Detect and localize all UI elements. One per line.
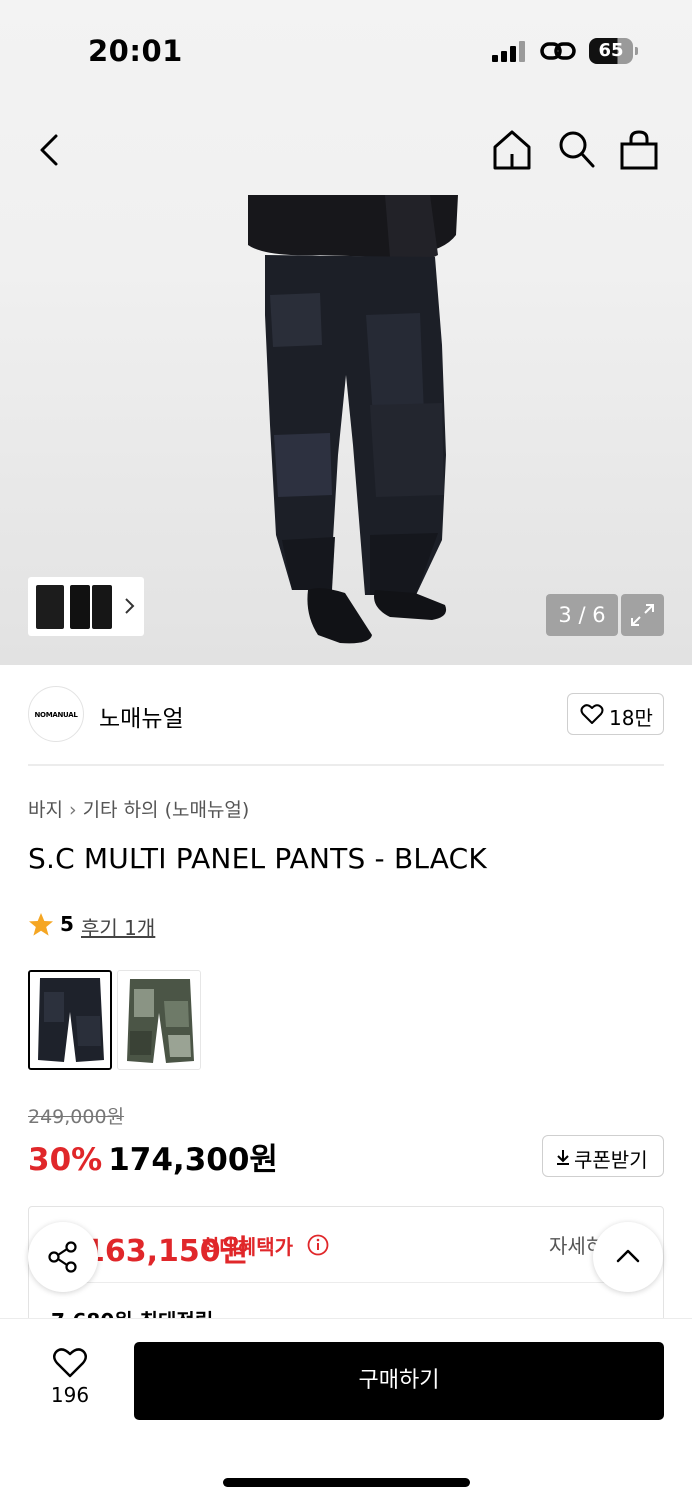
breadcrumb-item[interactable]: 기타 하의 (노매뉴얼) bbox=[83, 799, 250, 821]
search-icon[interactable] bbox=[554, 128, 598, 172]
bottom-action-bar: 196 구매하기 bbox=[0, 1318, 692, 1500]
expand-icon[interactable] bbox=[621, 594, 664, 636]
product-image-gallery[interactable]: 20:01 65 3 / 6 bbox=[0, 0, 692, 665]
discount-rate: 30% bbox=[28, 1142, 103, 1178]
brand-name[interactable]: 노매뉴얼 bbox=[99, 699, 184, 733]
chevron-right-icon[interactable] bbox=[122, 591, 138, 621]
wishlist-button[interactable]: 196 bbox=[40, 1347, 100, 1417]
price-row: 30% 174,300원 bbox=[28, 1134, 278, 1178]
star-icon bbox=[29, 913, 53, 936]
color-option-khaki[interactable] bbox=[117, 970, 201, 1070]
breadcrumb-item[interactable]: 바지 bbox=[28, 799, 63, 821]
coupon-button[interactable]: 쿠폰받기 bbox=[542, 1135, 664, 1177]
heart-icon bbox=[580, 704, 604, 724]
home-indicator bbox=[223, 1478, 470, 1487]
product-title: S.C MULTI PANEL PANTS - BLACK bbox=[28, 842, 487, 875]
review-link[interactable]: 후기 1개 bbox=[81, 912, 155, 941]
cellular-signal-icon bbox=[492, 40, 526, 62]
download-icon bbox=[557, 1150, 569, 1165]
rating-score: 5 bbox=[60, 912, 74, 936]
divider bbox=[51, 1282, 643, 1283]
shopping-bag-icon[interactable] bbox=[617, 128, 661, 172]
share-button[interactable] bbox=[28, 1222, 98, 1292]
divider bbox=[28, 764, 664, 766]
link-icon bbox=[540, 42, 576, 60]
top-navigation bbox=[0, 120, 692, 180]
chevron-up-icon bbox=[616, 1249, 640, 1263]
original-price: 249,000원 bbox=[28, 1106, 125, 1128]
brand-like-count: 18만 bbox=[609, 706, 653, 730]
product-photo bbox=[248, 195, 458, 644]
share-icon bbox=[48, 1241, 77, 1273]
max-benefit-label: 최대혜택가 bbox=[201, 1235, 293, 1259]
info-icon[interactable] bbox=[307, 1234, 329, 1256]
status-time: 20:01 bbox=[88, 34, 183, 68]
thumbnail-image[interactable] bbox=[70, 585, 90, 629]
thumbnail-image[interactable] bbox=[92, 585, 112, 629]
breadcrumb: 바지 › 기타 하의 (노매뉴얼) bbox=[28, 795, 249, 822]
sale-price: 174,300원 bbox=[108, 1142, 278, 1178]
coupon-label: 쿠폰받기 bbox=[574, 1148, 648, 1172]
color-option-black[interactable] bbox=[28, 970, 112, 1070]
chevron-right-icon: › bbox=[68, 799, 77, 821]
battery-icon: 65 bbox=[589, 38, 633, 64]
wishlist-count: 196 bbox=[50, 1383, 90, 1407]
brand-logo[interactable]: NOMANUAL bbox=[28, 686, 84, 742]
scroll-top-button[interactable] bbox=[593, 1222, 663, 1292]
brand-like-button[interactable]: 18만 bbox=[567, 693, 664, 735]
status-bar: 20:01 65 bbox=[0, 0, 692, 100]
thumbnail-strip[interactable] bbox=[28, 577, 144, 636]
heart-icon bbox=[53, 1348, 87, 1378]
image-counter: 3 / 6 bbox=[546, 594, 618, 636]
thumbnail-image[interactable] bbox=[36, 585, 64, 629]
back-arrow-icon[interactable] bbox=[28, 128, 72, 172]
buy-button[interactable]: 구매하기 bbox=[134, 1342, 664, 1420]
home-icon[interactable] bbox=[490, 128, 534, 172]
